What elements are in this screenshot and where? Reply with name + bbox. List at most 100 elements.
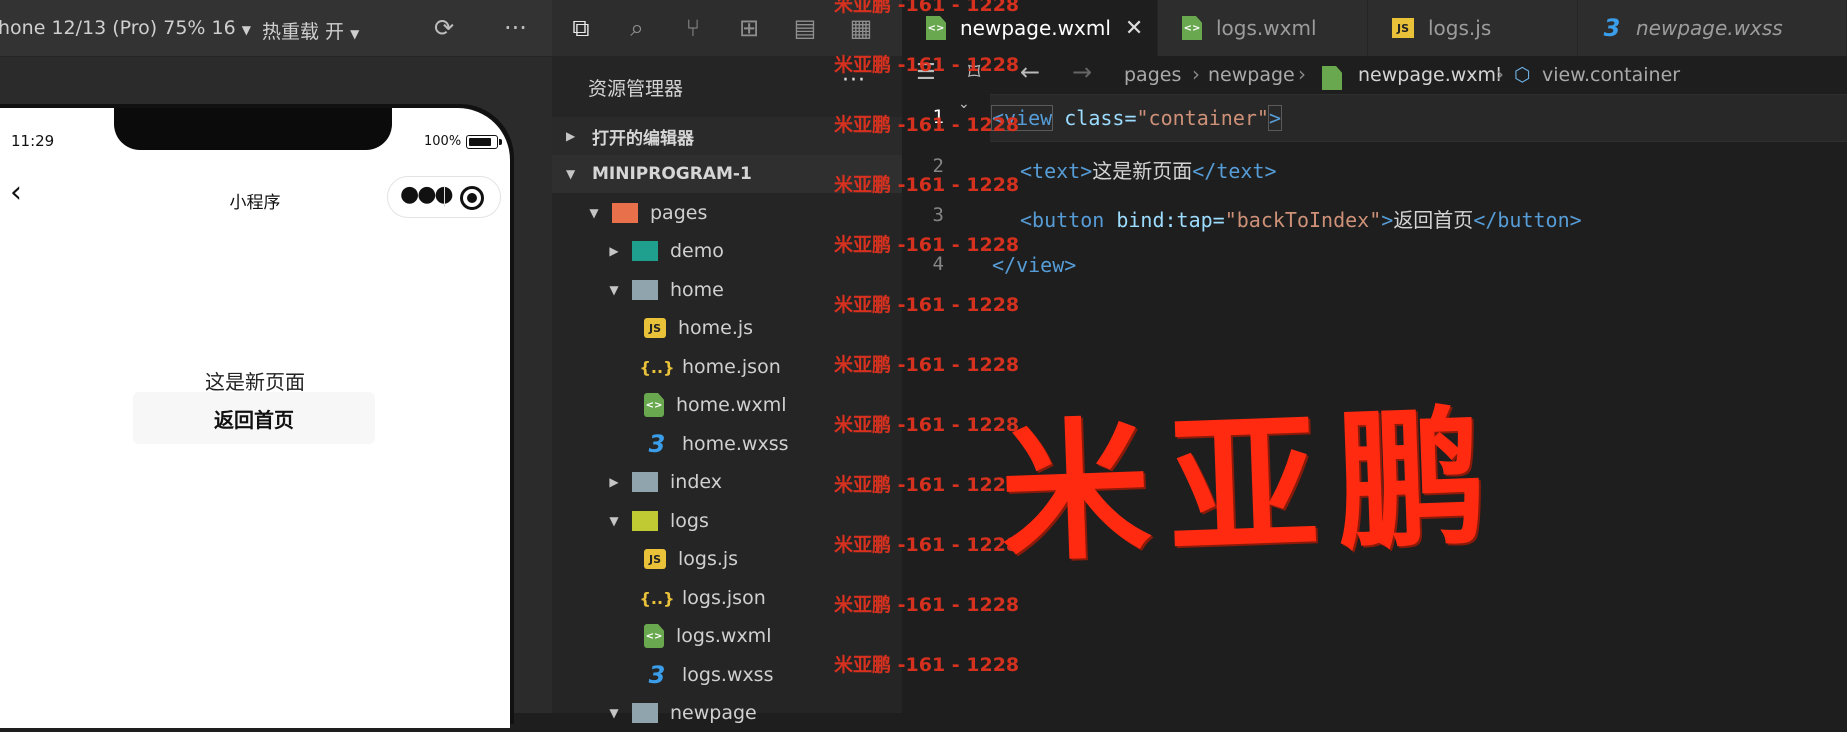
js-file-icon: JS: [644, 549, 666, 569]
watermark-text: 米亚鹏 -161 - 1228: [834, 174, 1020, 196]
hot-reload-toggle[interactable]: 热重载 开 ▼: [262, 17, 359, 44]
code-token: </text>: [1192, 159, 1277, 183]
watermark-text: 米亚鹏 -161 - 1228: [834, 534, 1020, 556]
breadcrumb-pages[interactable]: pages: [1124, 64, 1181, 86]
arrow-left-icon[interactable]: ←: [1020, 58, 1040, 86]
chevron-right-icon: ›: [1192, 62, 1200, 86]
breadcrumb-newpage[interactable]: newpage: [1208, 64, 1295, 86]
source-control-icon[interactable]: ⑂: [676, 10, 710, 46]
code-line-3[interactable]: <button bind:tap="backToIndex">返回首页</but…: [1020, 204, 1582, 233]
simulator-panel: hone 12/13 (Pro) 75% 16 ▼ 热重载 开 ▼ ⟳ ··· …: [0, 0, 552, 728]
tab-label: newpage.wxss: [1636, 16, 1783, 40]
code-token: </button>: [1473, 208, 1582, 232]
editor-tabs: <> newpage.wxml ✕ <> logs.wxml JS logs.j…: [902, 0, 1847, 56]
tab-newpage-wxss[interactable]: 3 newpage.wxss: [1578, 0, 1847, 56]
watermark-text: 米亚鹏 -161 - 1228: [834, 234, 1020, 256]
code-token: >: [1381, 208, 1394, 232]
close-target-icon[interactable]: [460, 186, 484, 210]
chevron-down-icon: ▼: [566, 167, 576, 181]
code-line-1[interactable]: <view class="container">: [990, 105, 1283, 131]
device-label: hone 12/13 (Pro) 75% 16: [0, 17, 236, 39]
tab-logs-wxml[interactable]: <> logs.wxml: [1158, 0, 1368, 56]
chevron-down-icon: ▼: [609, 283, 619, 297]
folder-icon: [632, 471, 658, 493]
more-icon[interactable]: ···: [504, 14, 527, 42]
code-line-2[interactable]: <text>这是新页面</text>: [1020, 155, 1277, 184]
capsule-divider: [444, 187, 445, 207]
chevron-down-icon: ▼: [241, 23, 251, 37]
tree-item-pages[interactable]: ▼ pages: [552, 194, 938, 232]
tab-logs-js[interactable]: JS logs.js: [1368, 0, 1578, 56]
editor-panel: <> newpage.wxml ✕ <> logs.wxml JS logs.j…: [902, 0, 1847, 713]
tree-label: demo: [670, 240, 724, 262]
chevron-right-icon: ▶: [566, 129, 576, 143]
tree-label: home.json: [682, 356, 781, 378]
extensions-icon[interactable]: ⊞: [732, 10, 766, 46]
back-home-button[interactable]: 返回首页: [133, 392, 375, 444]
folder-icon: [632, 240, 658, 262]
tree-label: logs.wxss: [682, 664, 774, 686]
search-icon[interactable]: ⌕: [620, 10, 654, 46]
json-file-icon: {..}: [639, 357, 675, 377]
wxml-file-icon: <>: [644, 624, 664, 648]
large-watermark: 米亚鹏: [997, 389, 1508, 583]
watermark-text: 米亚鹏 -161 - 1228: [834, 354, 1020, 376]
section-label: MINIPROGRAM-1: [592, 164, 752, 184]
cube-icon: ⬡: [1514, 64, 1531, 86]
tree-label: logs.js: [678, 548, 739, 570]
breadcrumb-symbol[interactable]: view.container: [1542, 64, 1680, 86]
watermark-text: 米亚鹏 -161 - 1228: [834, 294, 1020, 316]
chevron-right-icon: ▶: [609, 475, 619, 489]
tree-label: logs.json: [682, 587, 766, 609]
folder-open-icon: [632, 279, 658, 301]
watermark-text: 米亚鹏 -161 - 1228: [834, 594, 1020, 616]
tree-label: home.js: [678, 317, 754, 339]
watermark-text: 米亚鹏 -161 - 1228: [834, 114, 1020, 136]
folder-open-icon: [632, 702, 658, 724]
tree-item-newpage[interactable]: ▼ newpage: [552, 694, 958, 732]
code-token: 返回首页: [1393, 208, 1474, 232]
watermark-text: 米亚鹏 -161 - 1228: [834, 474, 1020, 496]
explorer-title: 资源管理器: [588, 78, 684, 100]
line-number: 3: [932, 204, 944, 226]
breadcrumb-file[interactable]: newpage.wxml: [1358, 64, 1501, 86]
code-token: bind:tap=: [1104, 208, 1225, 232]
tree-label: newpage: [670, 702, 757, 724]
json-file-icon: {..}: [639, 588, 675, 608]
battery-percent: 100%: [424, 134, 462, 149]
wxml-file-icon: [1322, 66, 1342, 94]
device-select[interactable]: hone 12/13 (Pro) 75% 16 ▼: [0, 17, 251, 39]
watermark-text: 米亚鹏 -161 - 1228: [834, 654, 1020, 676]
section-label: 打开的编辑器: [592, 128, 694, 149]
close-icon[interactable]: ✕: [1125, 16, 1143, 41]
watermark-text: 米亚鹏 -161 - 1228: [834, 54, 1020, 76]
phone-screen: 11:29 100% ‹ 小程序 ●●● 这是新页面 返回首页: [0, 108, 510, 728]
code-token: 这是新页面: [1092, 159, 1193, 183]
wxml-file-icon: <>: [1182, 16, 1202, 40]
chevron-down-icon: ▼: [609, 706, 619, 720]
chevron-down-icon: ▼: [350, 27, 360, 41]
code-token: <text>: [1020, 159, 1093, 183]
css-file-icon: 3: [1603, 14, 1621, 42]
code-token: >: [1267, 105, 1283, 131]
refresh-icon[interactable]: ⟳: [434, 14, 454, 42]
simulator-toolbar: hone 12/13 (Pro) 75% 16 ▼ 热重载 开 ▼ ⟳ ···: [0, 0, 552, 57]
tab-label: newpage.wxml: [960, 16, 1111, 40]
chevron-down-icon: ▼: [589, 206, 599, 220]
js-file-icon: JS: [1392, 18, 1414, 38]
wxml-file-icon: <>: [644, 393, 664, 417]
tree-label: home.wxml: [676, 394, 787, 416]
tab-label: logs.wxml: [1216, 16, 1317, 40]
arrow-right-icon[interactable]: →: [1072, 58, 1092, 86]
chevron-right-icon: ›: [1496, 62, 1504, 86]
tree-label: home.wxss: [682, 433, 789, 455]
battery-icon: [466, 135, 502, 149]
phone-notch: [114, 108, 392, 150]
code-token: "container": [1136, 106, 1269, 130]
capsule-menu[interactable]: ●●●: [387, 176, 501, 218]
code-token: <button: [1020, 208, 1105, 232]
css-file-icon: 3: [648, 430, 666, 458]
tree-label: index: [670, 471, 722, 493]
files-icon[interactable]: ⧉: [564, 10, 598, 46]
outline-icon[interactable]: ▤: [788, 10, 822, 46]
